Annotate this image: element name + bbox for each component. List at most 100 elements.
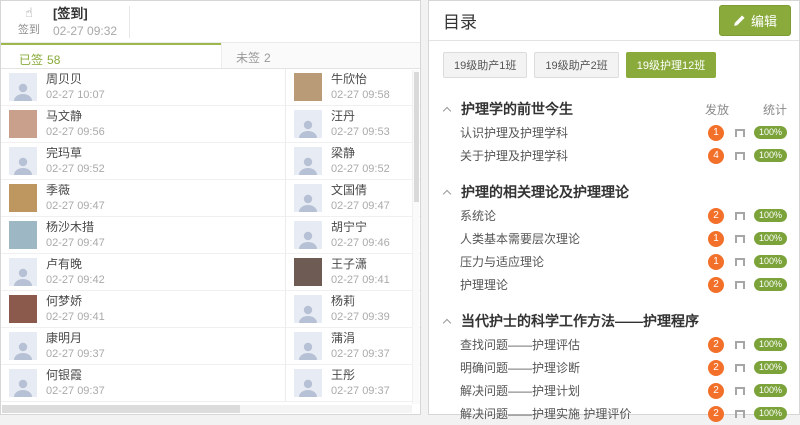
completion-pill: 100% bbox=[754, 209, 787, 222]
student-row[interactable]: 汪丹 02-27 09:53 bbox=[286, 106, 420, 143]
student-avatar bbox=[294, 258, 322, 286]
student-row[interactable]: 卢有晚 02-27 09:42 bbox=[1, 254, 285, 291]
toc-item-title[interactable]: 认识护理及护理学科 bbox=[460, 124, 708, 141]
student-name: 何银霞 bbox=[46, 369, 105, 382]
section-items: 查找问题——护理评估 2 100% 明确问题——护理诊断 2 100% 解决问题… bbox=[443, 333, 787, 425]
toc-item-title[interactable]: 人类基本需要层次理论 bbox=[460, 230, 708, 247]
student-row[interactable]: 胡宁宁 02-27 09:46 bbox=[286, 217, 420, 254]
bar-chart-icon[interactable] bbox=[735, 387, 745, 395]
student-avatar bbox=[294, 332, 322, 360]
toc-item: 查找问题——护理评估 2 100% bbox=[443, 333, 787, 356]
toc-item-title[interactable]: 护理理论 bbox=[460, 276, 708, 293]
completion-pill: 100% bbox=[754, 338, 787, 351]
bar-chart-icon[interactable] bbox=[735, 129, 745, 137]
student-name: 季薇 bbox=[46, 184, 105, 197]
toc-item-title[interactable]: 查找问题——护理评估 bbox=[460, 336, 708, 353]
tab-signed[interactable]: 已签58 bbox=[1, 43, 221, 68]
student-row[interactable]: 马文静 02-27 09:56 bbox=[1, 106, 285, 143]
class-tab[interactable]: 19级助产1班 bbox=[443, 52, 527, 78]
toc-item-title[interactable]: 压力与适应理论 bbox=[460, 253, 708, 270]
section-header[interactable]: 护理学的前世今生 发放 统计 bbox=[443, 97, 787, 121]
bar-chart-icon[interactable] bbox=[735, 235, 745, 243]
student-sign-time: 02-27 09:53 bbox=[331, 126, 390, 138]
issue-count-badge[interactable]: 2 bbox=[708, 406, 724, 422]
issue-count-badge[interactable]: 2 bbox=[708, 360, 724, 376]
toc-item-title[interactable]: 明确问题——护理诊断 bbox=[460, 359, 708, 376]
issue-count-badge[interactable]: 2 bbox=[708, 208, 724, 224]
student-name: 蒲涓 bbox=[331, 332, 390, 345]
student-row[interactable]: 康明月 02-27 09:37 bbox=[1, 328, 285, 365]
student-avatar bbox=[9, 147, 37, 175]
issue-count-badge[interactable]: 2 bbox=[708, 337, 724, 353]
toc-item: 关于护理及护理学科 4 100% bbox=[443, 144, 787, 167]
attendance-title: [签到] bbox=[53, 6, 117, 21]
student-row[interactable]: 蒲涓 02-27 09:37 bbox=[286, 328, 420, 365]
attendance-panel: ☝ 签到 [签到] 02-27 09:32 已签58 未签2 bbox=[0, 0, 421, 415]
student-avatar bbox=[294, 369, 322, 397]
issue-count-badge[interactable]: 2 bbox=[708, 277, 724, 293]
section-items: 认识护理及护理学科 1 100% 关于护理及护理学科 4 100% bbox=[443, 121, 787, 167]
student-row[interactable]: 完玛草 02-27 09:52 bbox=[1, 143, 285, 180]
chevron-up-icon bbox=[443, 318, 451, 326]
student-row[interactable]: 杨莉 02-27 09:39 bbox=[286, 291, 420, 328]
person-icon bbox=[297, 303, 319, 323]
vertical-scrollbar[interactable] bbox=[412, 70, 419, 404]
bar-chart-icon[interactable] bbox=[735, 410, 745, 418]
horizontal-scrollbar-thumb[interactable] bbox=[2, 405, 240, 413]
panel-divider bbox=[421, 0, 428, 415]
issue-count-badge[interactable]: 2 bbox=[708, 383, 724, 399]
student-row[interactable]: 杨沙木措 02-27 09:47 bbox=[1, 217, 285, 254]
horizontal-scrollbar[interactable] bbox=[2, 405, 412, 413]
bar-chart-icon[interactable] bbox=[735, 212, 745, 220]
vertical-scrollbar-thumb[interactable] bbox=[414, 72, 419, 202]
section-header[interactable]: 护理的相关理论及护理理论 bbox=[443, 180, 787, 204]
bar-chart-icon[interactable] bbox=[735, 364, 745, 372]
student-row[interactable]: 梁静 02-27 09:52 bbox=[286, 143, 420, 180]
issue-count-badge[interactable]: 1 bbox=[708, 231, 724, 247]
student-row[interactable]: 何梦娇 02-27 09:41 bbox=[1, 291, 285, 328]
edit-button[interactable]: 编辑 bbox=[719, 5, 791, 36]
issue-count-badge[interactable]: 4 bbox=[708, 148, 724, 164]
toc-item-title[interactable]: 解决问题——护理实施 护理评价 bbox=[460, 405, 708, 422]
student-name: 卢有晚 bbox=[46, 258, 105, 271]
toc-item: 明确问题——护理诊断 2 100% bbox=[443, 356, 787, 379]
tab-unsigned[interactable]: 未签2 bbox=[221, 43, 420, 68]
student-info: 何梦娇 02-27 09:41 bbox=[46, 295, 105, 323]
toc-body: 护理学的前世今生 发放 统计 认识护理及护理学科 1 100% 关于护理及护理学… bbox=[429, 80, 799, 425]
section-title: 护理学的前世今生 bbox=[461, 99, 705, 119]
toc-item-title[interactable]: 系统论 bbox=[460, 207, 708, 224]
bar-chart-icon[interactable] bbox=[735, 341, 745, 349]
bar-chart-icon[interactable] bbox=[735, 258, 745, 266]
student-name: 梁静 bbox=[331, 147, 390, 160]
app-window: ☝ 签到 [签到] 02-27 09:32 已签58 未签2 bbox=[0, 0, 800, 415]
student-row[interactable]: 牛欣怡 02-27 09:58 bbox=[286, 69, 420, 106]
student-sign-time: 02-27 09:46 bbox=[331, 237, 390, 249]
toc-item-title[interactable]: 关于护理及护理学科 bbox=[460, 147, 708, 164]
pencil-icon bbox=[733, 15, 745, 27]
student-row[interactable]: 王子潇 02-27 09:41 bbox=[286, 254, 420, 291]
issue-count-badge[interactable]: 1 bbox=[708, 254, 724, 270]
student-info: 汪丹 02-27 09:53 bbox=[331, 110, 390, 138]
student-row[interactable]: 何银霞 02-27 09:37 bbox=[1, 365, 285, 402]
student-sign-time: 02-27 09:58 bbox=[331, 89, 390, 101]
person-icon bbox=[297, 155, 319, 175]
completion-pill: 100% bbox=[754, 278, 787, 291]
toc-item-title[interactable]: 解决问题——护理计划 bbox=[460, 382, 708, 399]
bar-chart-icon[interactable] bbox=[735, 152, 745, 160]
student-sign-time: 02-27 09:37 bbox=[46, 348, 105, 360]
issue-count-badge[interactable]: 1 bbox=[708, 125, 724, 141]
class-tab[interactable]: 19级护理12班 bbox=[626, 52, 716, 78]
student-avatar bbox=[294, 73, 322, 101]
section-header[interactable]: 当代护士的科学工作方法——护理程序 bbox=[443, 309, 787, 333]
student-row[interactable]: 文国倩 02-27 09:47 bbox=[286, 180, 420, 217]
toc-section: 护理学的前世今生 发放 统计 认识护理及护理学科 1 100% 关于护理及护理学… bbox=[443, 97, 787, 167]
student-row[interactable]: 王彤 02-27 09:37 bbox=[286, 365, 420, 402]
bar-chart-icon[interactable] bbox=[735, 281, 745, 289]
student-row[interactable]: 周贝贝 02-27 10:07 bbox=[1, 69, 285, 106]
class-tab[interactable]: 19级助产2班 bbox=[534, 52, 618, 78]
tab-signed-label: 已签 bbox=[19, 53, 43, 67]
student-name: 王子潇 bbox=[331, 258, 390, 271]
student-name: 文国倩 bbox=[331, 184, 390, 197]
attendance-timestamp: 02-27 09:32 bbox=[53, 24, 117, 38]
student-row[interactable]: 季薇 02-27 09:47 bbox=[1, 180, 285, 217]
